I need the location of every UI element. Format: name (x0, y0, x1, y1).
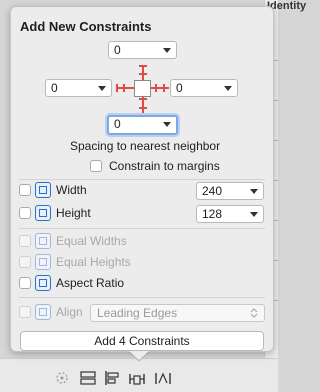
align-icon (35, 304, 51, 320)
aspect-ratio-checkbox[interactable] (19, 277, 31, 289)
align-icon[interactable] (104, 371, 120, 385)
equal-heights-icon (35, 254, 51, 270)
width-checkbox[interactable] (19, 184, 31, 196)
chevron-down-icon[interactable] (250, 212, 258, 217)
chevron-down-icon[interactable] (224, 86, 232, 91)
resolve-issues-icon[interactable] (155, 371, 171, 385)
height-value: 128 (202, 207, 223, 221)
left-spacing-value: 0 (51, 81, 58, 95)
chevron-down-icon[interactable] (98, 86, 106, 91)
width-value: 240 (202, 184, 223, 198)
right-strut-cap (163, 84, 165, 92)
equal-widths-checkbox[interactable] (19, 235, 31, 247)
aspect-ratio-icon (35, 275, 51, 291)
top-spacing-combo[interactable]: 0 (108, 41, 177, 59)
height-icon (35, 205, 51, 221)
height-checkbox[interactable] (19, 207, 31, 219)
left-spacing-combo[interactable]: 0 (45, 79, 112, 97)
popover-title: Add New Constraints (20, 19, 152, 34)
bottom-toolbar (0, 358, 278, 392)
align-label: Align (56, 305, 83, 319)
selected-view-box (134, 80, 151, 97)
align-checkbox[interactable] (19, 306, 31, 318)
constrain-margins-label: Constrain to margins (109, 159, 220, 173)
chevron-down-icon[interactable] (163, 122, 171, 127)
updown-chevron-icon (250, 308, 258, 318)
bottom-spacing-value: 0 (114, 117, 121, 131)
right-spacing-value: 0 (176, 81, 183, 95)
chevron-down-icon[interactable] (250, 189, 258, 194)
bottom-strut-cap (139, 107, 147, 109)
height-combo[interactable]: 128 (196, 205, 264, 223)
popover-arrow (129, 351, 149, 360)
bottom-spacing-combo[interactable]: 0 (107, 115, 178, 135)
equal-widths-icon (35, 233, 51, 249)
right-strut[interactable] (151, 87, 169, 89)
add-constraints-button[interactable]: Add 4 Constraints (20, 331, 264, 351)
divider (19, 297, 265, 298)
spacing-caption: Spacing to nearest neighbor (70, 139, 221, 153)
top-strut-cap (139, 73, 147, 75)
add-constraints-popover: Add New Constraints 0 0 0 0 Spacing to n… (10, 6, 274, 352)
pin-icon[interactable] (129, 371, 145, 385)
chevron-down-icon[interactable] (163, 48, 171, 53)
height-label: Height (56, 206, 91, 220)
bottom-strut[interactable] (142, 97, 144, 113)
top-spacing-value: 0 (114, 43, 121, 57)
update-frames-icon[interactable] (54, 371, 70, 385)
stack-icon[interactable] (80, 371, 96, 385)
aspect-ratio-label: Aspect Ratio (56, 276, 125, 290)
right-spacing-combo[interactable]: 0 (170, 79, 238, 97)
left-strut[interactable] (116, 87, 134, 89)
equal-widths-label: Equal Widths (56, 234, 127, 248)
align-select-value: Leading Edges (97, 306, 178, 320)
equal-heights-checkbox[interactable] (19, 256, 31, 268)
left-strut-cap (123, 84, 125, 92)
align-select[interactable]: Leading Edges (90, 304, 265, 322)
width-combo[interactable]: 240 (196, 182, 264, 200)
divider (19, 228, 265, 229)
equal-heights-label: Equal Heights (56, 255, 131, 269)
width-label: Width (56, 183, 87, 197)
width-icon (35, 182, 51, 198)
constrain-margins-checkbox[interactable] (90, 160, 102, 172)
divider (19, 179, 265, 180)
